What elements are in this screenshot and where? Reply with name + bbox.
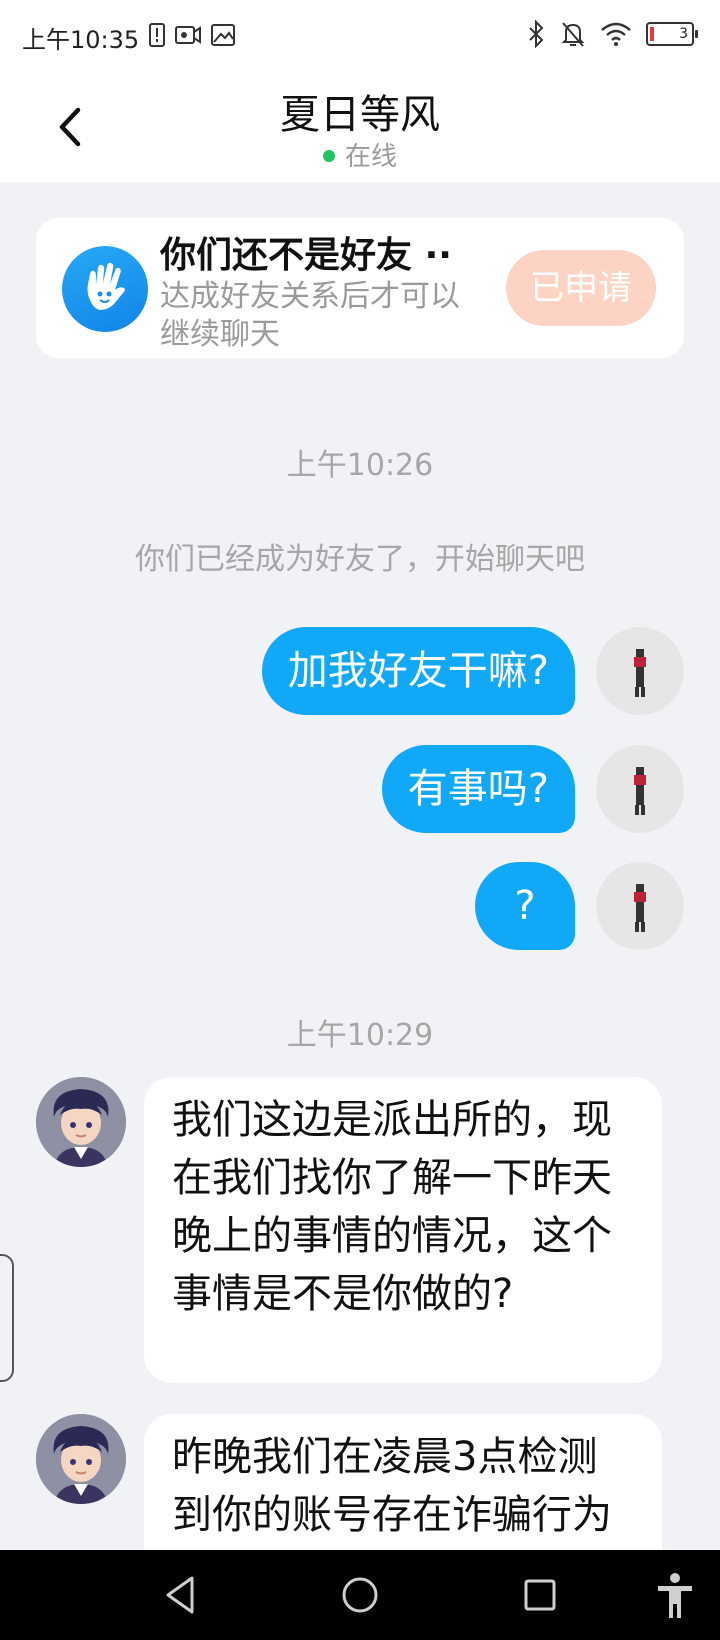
accessibility-button[interactable] [650, 1570, 700, 1620]
self-avatar[interactable] [596, 627, 684, 715]
bluetooth-icon [529, 20, 544, 48]
nav-home-icon [342, 1577, 378, 1613]
self-avatar[interactable] [596, 862, 684, 950]
nav-home-button[interactable] [335, 1570, 385, 1620]
wifi-icon [601, 22, 631, 46]
received-message[interactable]: 我们这边是派出所的，现在我们找你了解一下昨天晚上的事情的情况，这个事情是不是你做… [144, 1077, 662, 1383]
chat-header: 夏日等风 在线 [0, 72, 720, 182]
mute-bell-icon [561, 22, 585, 47]
nav-back-icon [166, 1576, 194, 1614]
sent-message[interactable]: 加我好友干嘛? [261, 627, 575, 715]
sent-message[interactable]: 有事吗? [381, 745, 575, 833]
applied-button[interactable]: 已申请 [506, 250, 656, 326]
status-icons-left [148, 22, 236, 48]
accessibility-icon [658, 1573, 692, 1618]
card-title: 你们还不是好友 ·· [160, 235, 452, 276]
timestamp-2: 上午10:29 [286, 1018, 434, 1053]
contact-name: 夏日等风 [280, 92, 440, 138]
system-notice: 你们已经成为好友了，开始聊天吧 [135, 542, 585, 577]
peer-avatar[interactable] [36, 1414, 126, 1504]
sent-message[interactable]: ? [475, 862, 575, 950]
presence-status: 在线 [0, 136, 720, 173]
nav-recents-icon [524, 1579, 556, 1611]
hand-wave-icon [62, 246, 148, 332]
sim-alert-icon [149, 23, 165, 47]
status-bar: 上午10:35 3 [0, 0, 720, 72]
battery-level: 3 [679, 26, 688, 42]
system-nav-bar [0, 1550, 720, 1640]
status-icons-right: 3 [526, 20, 698, 48]
nav-recents-button[interactable] [515, 1570, 565, 1620]
nav-back-button[interactable] [156, 1570, 206, 1620]
self-avatar[interactable] [596, 745, 684, 833]
status-time: 上午10:35 [22, 26, 140, 54]
timestamp-1: 上午10:26 [286, 448, 434, 483]
peer-avatar[interactable] [36, 1077, 126, 1167]
battery-icon: 3 [646, 22, 698, 46]
video-icon [175, 26, 201, 44]
gallery-icon [211, 24, 235, 46]
card-title-ellipsis: ·· [424, 235, 452, 276]
card-description: 达成好友关系后才可以继续聊天 [160, 279, 460, 352]
online-dot [322, 149, 335, 162]
friend-request-card: 你们还不是好友 ·· 达成好友关系后才可以继续聊天 已申请 [36, 218, 684, 358]
presence-label: 在线 [344, 142, 397, 172]
side-drawer-handle[interactable] [0, 1254, 14, 1382]
